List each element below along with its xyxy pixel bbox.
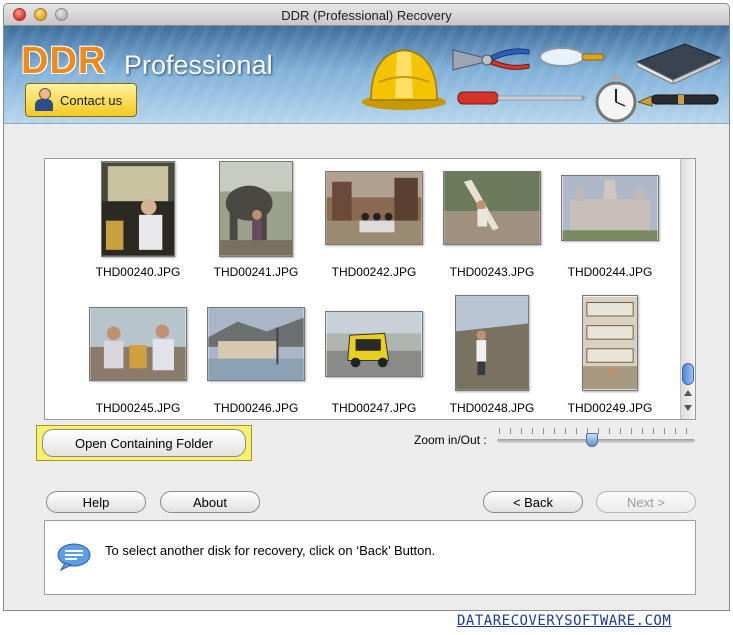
open-containing-folder-highlight: Open Containing Folder xyxy=(36,425,252,461)
title-bar: DDR (Professional) Recovery xyxy=(4,4,729,26)
photo-thumbnail xyxy=(561,175,659,241)
thumbnail-gallery[interactable]: THD00240.JPG THD00241.JPG THD00242.JPG T… xyxy=(44,158,696,420)
thumbnail-filename: THD00240.JPG xyxy=(95,265,181,279)
header-banner: DDR Professional Contact us xyxy=(4,26,729,124)
thumbnail-item[interactable]: THD00245.JPG xyxy=(79,307,197,415)
thumbnail-filename: THD00245.JPG xyxy=(95,401,181,415)
contact-us-button[interactable]: Contact us xyxy=(25,83,137,117)
thumbnail-filename: THD00248.JPG xyxy=(449,401,535,415)
photo-thumbnail xyxy=(325,311,423,377)
thumbnail-item[interactable]: THD00241.JPG xyxy=(197,161,315,279)
thumbnail-item[interactable]: THD00246.JPG xyxy=(197,307,315,415)
status-panel: To select another disk for recovery, cli… xyxy=(44,520,696,595)
thumbnail-filename: THD00247.JPG xyxy=(331,401,417,415)
magnifier-icon xyxy=(539,47,605,67)
person-icon xyxy=(34,88,54,112)
thumbnail-item[interactable]: THD00243.JPG xyxy=(433,171,551,279)
book-icon xyxy=(635,43,723,84)
scroll-up-arrow-icon[interactable] xyxy=(684,390,692,396)
zoom-label: Zoom in/Out : xyxy=(414,433,487,447)
photo-thumbnail xyxy=(89,307,187,381)
hard-hat-icon xyxy=(362,49,446,110)
chat-bubble-icon xyxy=(57,543,91,571)
logo-ddr: DDR xyxy=(21,40,107,82)
tools-illustration xyxy=(356,32,726,123)
pliers-icon xyxy=(452,48,530,71)
photo-thumbnail xyxy=(455,295,529,391)
back-button[interactable]: < Back xyxy=(483,491,583,513)
stopwatch-icon xyxy=(595,74,637,123)
gallery-scrollbar[interactable] xyxy=(680,159,695,419)
thumbnail-filename: THD00242.JPG xyxy=(331,265,417,279)
photo-thumbnail xyxy=(101,161,175,257)
thumbnail-item[interactable]: THD00242.JPG xyxy=(315,171,433,279)
photo-thumbnail xyxy=(207,307,305,381)
photo-thumbnail xyxy=(443,171,541,245)
thumbnail-item[interactable]: THD00248.JPG xyxy=(433,295,551,415)
thumbnail-item[interactable]: THD00249.JPG xyxy=(551,295,669,415)
thumbnail-item[interactable]: THD00240.JPG xyxy=(79,161,197,279)
fountain-pen-icon xyxy=(638,94,719,107)
website-link[interactable]: DATARECOVERYSOFTWARE.COM xyxy=(457,613,671,629)
thumbnail-filename: THD00246.JPG xyxy=(213,401,299,415)
contact-us-label: Contact us xyxy=(60,92,123,108)
thumbnail-item[interactable]: THD00247.JPG xyxy=(315,311,433,415)
help-button[interactable]: Help xyxy=(46,491,146,513)
thumbnail-filename: THD00249.JPG xyxy=(567,401,653,415)
photo-thumbnail xyxy=(219,161,293,257)
scroll-down-arrow-icon[interactable] xyxy=(684,405,692,411)
thumbnail-item[interactable]: THD00244.JPG xyxy=(551,175,669,279)
zoom-slider-knob[interactable] xyxy=(586,433,599,447)
about-button[interactable]: About xyxy=(160,491,260,513)
thumbnail-filename: THD00243.JPG xyxy=(449,265,535,279)
thumbnail-filename: THD00241.JPG xyxy=(213,265,299,279)
screwdriver-icon xyxy=(457,91,586,105)
next-button[interactable]: Next > xyxy=(596,491,696,513)
open-containing-folder-button[interactable]: Open Containing Folder xyxy=(42,429,246,457)
logo-professional: Professional xyxy=(124,50,273,80)
scrollbar-thumb[interactable] xyxy=(682,363,694,385)
thumbnail-filename: THD00244.JPG xyxy=(567,265,653,279)
window-title: DDR (Professional) Recovery xyxy=(281,8,452,23)
photo-thumbnail xyxy=(325,171,423,245)
status-message: To select another disk for recovery, cli… xyxy=(105,543,436,558)
photo-thumbnail xyxy=(582,295,638,391)
